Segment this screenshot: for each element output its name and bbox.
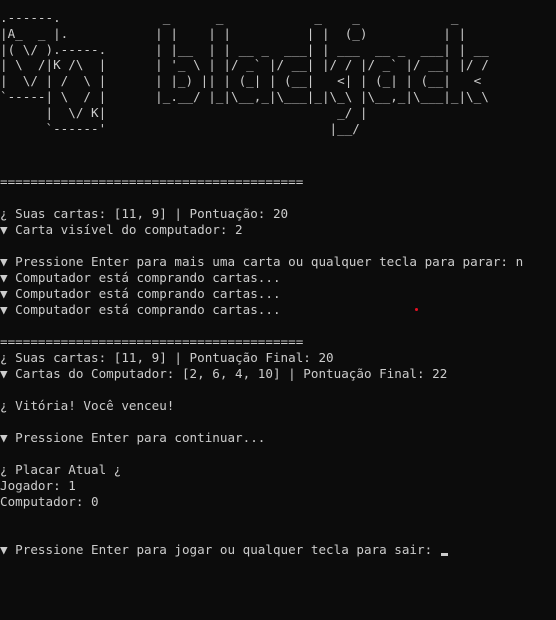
red-dot-marker <box>415 308 418 311</box>
result-line: ¿ Vitória! Você venceu! <box>0 398 175 413</box>
computer-drawing-line: ▼ Computador está comprando cartas... <box>0 286 281 301</box>
terminal-window[interactable]: .------. |A_ _ |. |( \/ ).-----. | \ /|K… <box>0 0 556 620</box>
hit-or-stand-prompt: ▼ Pressione Enter para mais uma carta ou… <box>0 254 524 269</box>
play-again-prompt[interactable]: ▼ Pressione Enter para jogar ou qualquer… <box>0 542 448 558</box>
ascii-card-art: .------. |A_ _ |. |( \/ ).-----. | \ /|K… <box>0 10 107 136</box>
scoreboard-title: ¿ Placar Atual ¿ <box>0 462 122 477</box>
continue-prompt: ▼ Pressione Enter para continuar... <box>0 430 266 445</box>
scoreboard-player: Jogador: 1 <box>0 478 76 493</box>
separator-line: ======================================== <box>0 174 304 189</box>
ascii-blackjack-logo: _ _ _ _ _ | | | | | | (_) | | | |__ | | … <box>155 10 489 136</box>
scoreboard-computer: Computador: 0 <box>0 494 99 509</box>
computer-drawing-line: ▼ Computador está comprando cartas... <box>0 302 281 317</box>
text-cursor[interactable] <box>440 553 448 556</box>
player-final-score-line: ¿ Suas cartas: [11, 9] | Pontuação Final… <box>0 350 334 365</box>
player-cards-line: ¿ Suas cartas: [11, 9] | Pontuação: 20 <box>0 206 289 221</box>
play-again-prompt-text: ▼ Pressione Enter para jogar ou qualquer… <box>0 542 440 557</box>
computer-drawing-line: ▼ Computador está comprando cartas... <box>0 270 281 285</box>
separator-line: ======================================== <box>0 334 304 349</box>
computer-final-score-line: ▼ Cartas do Computador: [2, 6, 4, 10] | … <box>0 366 448 381</box>
computer-visible-card-line: ▼ Carta visível do computador: 2 <box>0 222 243 237</box>
